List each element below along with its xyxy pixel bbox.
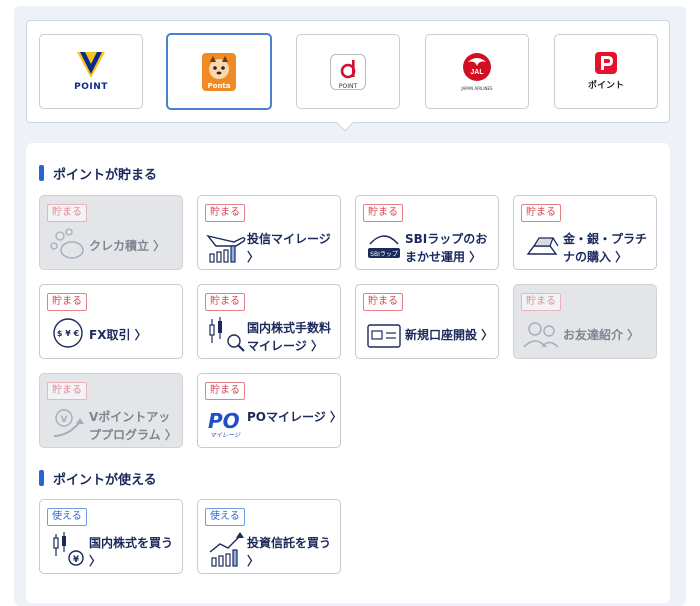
svg-text:JAL: JAL (470, 69, 484, 76)
fund-growth-icon (209, 532, 244, 567)
brand-card-d-point[interactable]: POINT (296, 34, 400, 109)
card-new-account[interactable]: 貯まる 新規口座開設 〉 (355, 284, 499, 359)
brand-card-jal[interactable]: JAL JAPAN AIRLINES (425, 34, 529, 109)
currency-exchange-icon: $ ¥ € (53, 318, 83, 348)
section-marker (39, 470, 44, 486)
d-point-logo: POINT (330, 53, 366, 90)
candlestick-magnifier-icon (209, 317, 245, 352)
svg-text:マイレージ: マイレージ (210, 432, 241, 439)
earn-tag: 貯まる (363, 293, 403, 311)
svg-text:¥: ¥ (73, 555, 80, 565)
friends-icon (523, 322, 559, 348)
earn-tag: 貯まる (205, 382, 245, 400)
d-logo-icon (340, 59, 356, 78)
jal-logo: JAL JAPAN AIRLINES (461, 52, 493, 91)
svg-text:SBIラップ: SBIラップ (370, 251, 398, 258)
paypay-p-icon (594, 52, 617, 74)
card-sbi-wrap[interactable]: 貯まる SBIラップ SBIラップのおまかせ運用 〉 (355, 195, 499, 270)
stock-yen-icon: ¥ (53, 532, 84, 566)
brand-card-paypay[interactable]: ポイント (554, 34, 658, 109)
earn-tag: 貯まる (521, 204, 561, 222)
card-gold-silver-platinum[interactable]: 貯まる 金・銀・プラチナの購入 〉 (513, 195, 657, 270)
earn-tag: 貯まる (47, 204, 87, 222)
card-v-point-up-program[interactable]: 貯まる V Vポイントアッププログラム 〉 (39, 373, 183, 448)
card-buy-investment-trust[interactable]: 使える 投資信託を買う 〉 (197, 499, 341, 574)
card-fund-mileage[interactable]: 貯まる 投信マイレージ 〉 (197, 195, 341, 270)
ponta-face-icon (209, 55, 229, 79)
section-marker (39, 165, 44, 181)
po-mileage-logo-icon: PO マイレージ (208, 409, 241, 439)
airplane-chart-icon (206, 234, 246, 263)
card-fx-trading[interactable]: 貯まる $ ¥ € FX取引 〉 (39, 284, 183, 359)
card-friend-referral[interactable]: 貯まる お友達紹介 〉 (513, 284, 657, 359)
card-stock-fee-mileage[interactable]: 貯まる 国内株式手数料マイレージ 〉 (197, 284, 341, 359)
earn-tag: 貯まる (205, 204, 245, 222)
card-buy-domestic-stock[interactable]: 使える ¥ 国内株式を買う 〉 (39, 499, 183, 574)
earn-tag: 貯まる (47, 293, 87, 311)
earn-tag: 貯まる (47, 382, 87, 400)
card-po-mileage[interactable]: 貯まる PO マイレージ POマイレージ 〉 (197, 373, 342, 448)
brand-card-ponta[interactable]: Ponta (166, 33, 272, 110)
sbi-wrap-icon: SBIラップ (368, 235, 400, 258)
earn-tag: 貯まる (205, 293, 245, 311)
jal-crane-icon: JAL (462, 53, 491, 81)
brand-card-v-point[interactable]: POINT (39, 34, 143, 109)
earn-tag: 貯まる (363, 204, 403, 222)
v-point-logo: POINT (69, 51, 113, 92)
svg-text:V: V (61, 415, 68, 425)
svg-text:$ ¥ €: $ ¥ € (57, 329, 80, 338)
section-title-earn: ポイントが貯まる (39, 164, 157, 183)
ponta-logo: Ponta (202, 52, 236, 91)
svg-text:PO: PO (208, 409, 240, 433)
card-credit-card-saving[interactable]: 貯まる クレカ積立 〉 (39, 195, 183, 270)
v-logo-icon (77, 51, 105, 78)
use-tag: 使える (205, 508, 245, 526)
piggy-bank-icon (50, 228, 84, 259)
section-title-use: ポイントが使える (39, 469, 157, 488)
use-tag: 使える (47, 508, 87, 526)
earn-tag: 貯まる (521, 293, 561, 311)
gold-bar-icon (526, 237, 559, 255)
paypay-logo: ポイント (588, 52, 624, 91)
account-card-icon (367, 324, 401, 348)
v-point-up-icon: V (53, 409, 84, 437)
